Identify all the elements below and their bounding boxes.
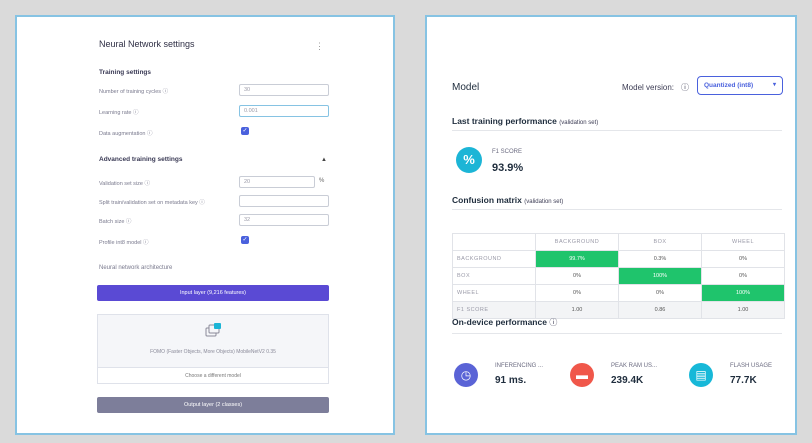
table-cell: 0.3%: [618, 250, 702, 268]
last-training-sub: (validation set): [559, 120, 599, 126]
model-layers-icon: [205, 323, 221, 337]
confusion-matrix-table: BACKGROUND BOX WHEEL BACKGROUND 99.7% 0.…: [452, 233, 785, 319]
learning-rate-label: Learning rate ⓘ: [99, 110, 139, 116]
training-settings-heading: Training settings: [99, 69, 152, 76]
table-cell: 100%: [701, 284, 785, 302]
model-card: FOMO (Faster Objects, More Objects) Mobi…: [97, 314, 329, 384]
table-cell: 0%: [535, 284, 619, 302]
inferencing-label: INFERENCING ...: [495, 363, 544, 369]
data-augmentation-label: Data augmentation ⓘ: [99, 131, 153, 137]
model-title: Model: [452, 82, 480, 93]
peak-ram-value: 239.4K: [611, 375, 644, 386]
model-version-label: Model version:: [622, 83, 675, 92]
validation-size-input[interactable]: 20: [239, 176, 315, 188]
row-header: F1 SCORE: [452, 301, 536, 319]
table-cell: 0%: [618, 284, 702, 302]
profile-int8-label: Profile int8 model ⓘ: [99, 240, 149, 246]
architecture-label: Neural network architecture: [99, 265, 173, 271]
neural-network-settings-panel: Neural Network settings ⋮ Training setti…: [15, 15, 395, 435]
table-row: WHEEL 0% 0% 100%: [452, 284, 785, 302]
chevron-down-icon: ▾: [772, 82, 776, 88]
percent-icon: %: [456, 147, 482, 173]
batch-size-label: Batch size ⓘ: [99, 219, 132, 225]
header-cell: [452, 233, 536, 251]
table-cell: 0%: [535, 267, 619, 285]
split-metadata-label: Split train/validation set on metadata k…: [99, 200, 205, 206]
flash-usage-value: 77.7K: [730, 375, 757, 386]
table-row: BOX 0% 100% 0%: [452, 267, 785, 285]
table-cell: 1.00: [701, 301, 785, 319]
table-cell: 0%: [701, 250, 785, 268]
table-header-row: BACKGROUND BOX WHEEL: [452, 233, 785, 251]
chevron-up-icon[interactable]: ▲: [321, 157, 327, 163]
training-cycles-input[interactable]: 30: [239, 84, 329, 96]
table-cell: 99.7%: [535, 250, 619, 268]
row-header: WHEEL: [452, 284, 536, 302]
table-row: F1 SCORE 1.00 0.86 1.00: [452, 301, 785, 319]
training-cycles-label: Number of training cycles ⓘ: [99, 89, 169, 95]
input-layer-button[interactable]: Input layer (9,216 features): [97, 285, 329, 301]
flash-storage-icon: ▤: [689, 363, 713, 387]
confusion-heading: Confusion matrix (validation set): [452, 195, 563, 205]
kebab-menu-icon[interactable]: ⋮: [315, 41, 324, 52]
header-cell: BACKGROUND: [535, 233, 619, 251]
split-metadata-input[interactable]: [239, 195, 329, 207]
model-version-select[interactable]: Quantized (int8) ▾: [697, 76, 783, 95]
header-cell: WHEEL: [701, 233, 785, 251]
divider: [452, 209, 782, 210]
table-cell: 100%: [618, 267, 702, 285]
advanced-settings-heading: Advanced training settings: [99, 156, 183, 163]
peak-ram-label: PEAK RAM US...: [611, 363, 658, 369]
ram-chip-icon: ▬: [570, 363, 594, 387]
header-cell: BOX: [618, 233, 702, 251]
table-row: BACKGROUND 99.7% 0.3% 0%: [452, 250, 785, 268]
table-cell: 1.00: [535, 301, 619, 319]
f1-score-value: 93.9%: [492, 162, 524, 174]
batch-size-input[interactable]: 32: [239, 214, 329, 226]
device-heading: On-device performance ⓘ: [452, 317, 557, 328]
model-version-value: Quantized (int8): [704, 82, 754, 89]
help-icon[interactable]: ⓘ: [681, 82, 689, 93]
percent-unit: %: [319, 178, 325, 184]
last-training-title: Last training performance: [452, 116, 557, 126]
profile-int8-checkbox[interactable]: ✓: [241, 236, 249, 244]
data-augmentation-checkbox[interactable]: ✓: [241, 127, 249, 135]
row-header: BOX: [452, 267, 536, 285]
confusion-sub: (validation set): [524, 199, 564, 205]
clock-icon: ◷: [454, 363, 478, 387]
table-cell: 0.86: [618, 301, 702, 319]
f1-score-label: F1 SCORE: [492, 149, 523, 155]
model-panel: Model Model version: ⓘ Quantized (int8) …: [425, 15, 797, 435]
output-layer-button[interactable]: Output layer (2 classes): [97, 397, 329, 413]
panel-title: Neural Network settings: [99, 39, 195, 49]
divider: [452, 130, 782, 131]
confusion-title: Confusion matrix: [452, 195, 522, 205]
validation-size-label: Validation set size ⓘ: [99, 181, 150, 187]
learning-rate-input[interactable]: 0.001: [239, 105, 329, 117]
last-training-heading: Last training performance (validation se…: [452, 116, 598, 126]
device-title: On-device performance: [452, 317, 547, 327]
model-architecture-text: FOMO (Faster Objects, More Objects) Mobi…: [150, 349, 276, 355]
table-cell: 0%: [701, 267, 785, 285]
row-header: BACKGROUND: [452, 250, 536, 268]
divider: [452, 333, 782, 334]
flash-usage-label: FLASH USAGE: [730, 363, 773, 369]
help-icon[interactable]: ⓘ: [549, 318, 557, 327]
choose-model-button[interactable]: Choose a different model: [98, 367, 328, 383]
inferencing-value: 91 ms.: [495, 375, 527, 386]
